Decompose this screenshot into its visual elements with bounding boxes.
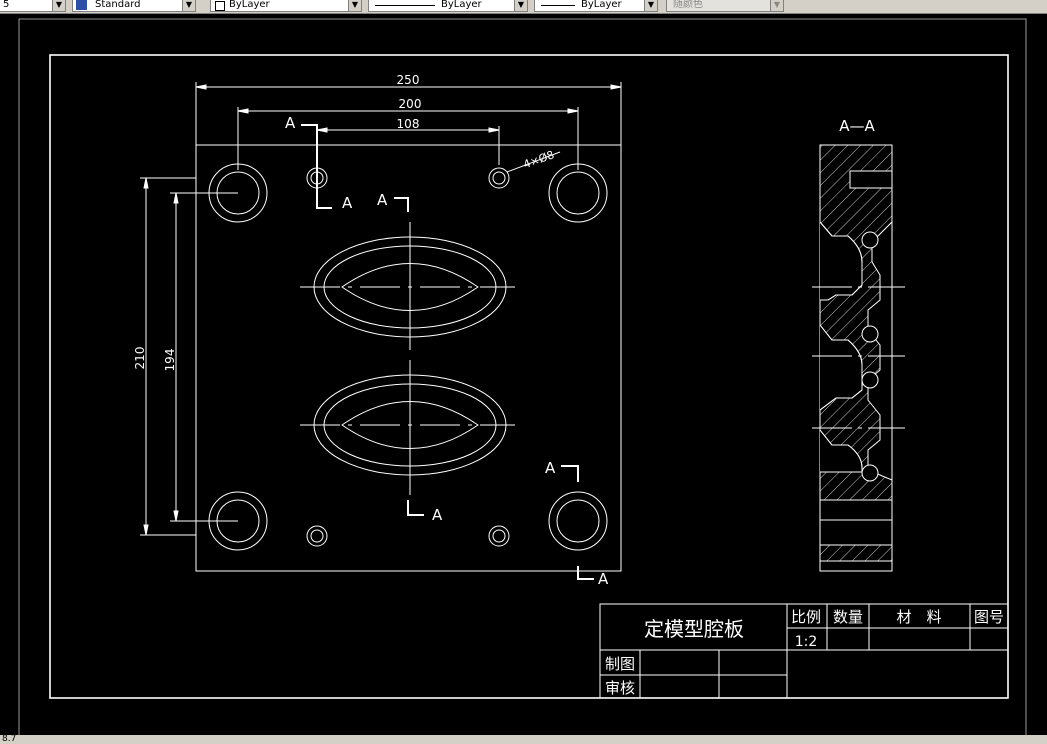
section-view-title: A—A bbox=[839, 117, 875, 135]
dim-pin-spacing-x: 108 bbox=[397, 117, 420, 131]
ratio-value: 1:2 bbox=[795, 634, 818, 650]
section-mark: A bbox=[545, 459, 556, 477]
drafted-by-label: 制图 bbox=[605, 655, 635, 673]
section-mark: A bbox=[377, 191, 388, 209]
dim-overall-width: 250 bbox=[397, 73, 420, 87]
section-mark: A bbox=[432, 506, 443, 524]
drawing-title: 定模型腔板 bbox=[644, 617, 744, 641]
material-label: 材 料 bbox=[896, 608, 941, 626]
section-view bbox=[812, 144, 905, 572]
dim-overall-height: 210 bbox=[133, 347, 147, 370]
ratio-label: 比例 bbox=[791, 608, 821, 626]
dim-hole-spacing-x: 200 bbox=[399, 97, 422, 111]
section-mark: A bbox=[285, 114, 296, 132]
section-mark: A bbox=[342, 194, 353, 212]
drawing-canvas[interactable]: 250 200 108 210 194 4×Ø8 A A A A A A A—A bbox=[0, 0, 1047, 744]
command-line[interactable]: 8.7 bbox=[0, 735, 1047, 744]
section-mark: A bbox=[598, 570, 609, 588]
dim-hole-spacing-y: 194 bbox=[163, 349, 177, 372]
checked-by-label: 审核 bbox=[605, 679, 635, 697]
drawing-number-label: 图号 bbox=[974, 608, 1004, 626]
hole-callout: 4×Ø8 bbox=[522, 148, 556, 171]
command-text: 8.7 bbox=[2, 734, 17, 744]
quantity-label: 数量 bbox=[833, 608, 863, 626]
